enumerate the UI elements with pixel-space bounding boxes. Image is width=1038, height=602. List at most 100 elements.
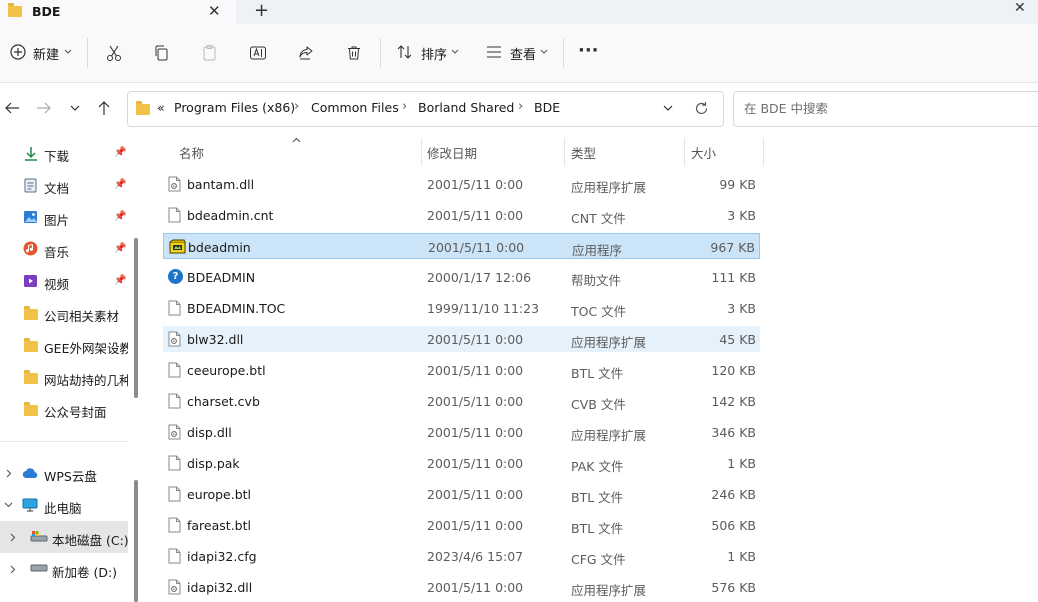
- sidebar-item-documents[interactable]: 文档 📌: [0, 169, 128, 201]
- search-input[interactable]: [742, 100, 1026, 117]
- file-modified-date: 2001/5/11 0:00: [427, 425, 524, 440]
- column-divider[interactable]: [684, 138, 685, 166]
- sidebar-item-pictures[interactable]: 图片 📌: [0, 201, 128, 233]
- breadcrumb-common-files[interactable]: Common Files: [311, 100, 399, 115]
- sidebar-item-label: GEE外网架设教: [44, 341, 128, 356]
- sidebar-item-drive-c[interactable]: 本地磁盘 (C:): [0, 521, 129, 553]
- sidebar-item-music[interactable]: 音乐 📌: [0, 233, 128, 265]
- file-row[interactable]: blw32.dll 2001/5/11 0:00 应用程序扩展 45 KB: [163, 326, 760, 352]
- file-icon: [168, 548, 181, 567]
- file-name: blw32.dll: [187, 332, 244, 347]
- sidebar-item-this-pc[interactable]: 此电脑: [0, 489, 128, 521]
- sidebar-scrollbar-lower[interactable]: [134, 480, 138, 602]
- new-tab-button[interactable]: +: [254, 0, 269, 21]
- file-row[interactable]: ? BDEADMIN 2000/1/17 12:06 帮助文件 111 KB: [163, 264, 760, 290]
- sort-icon: [397, 45, 412, 59]
- delete-icon[interactable]: [345, 44, 363, 62]
- file-row[interactable]: europe.btl 2001/5/11 0:00 BTL 文件 246 KB: [163, 481, 760, 507]
- sort-label: 排序: [421, 48, 448, 63]
- breadcrumb-borland-shared[interactable]: Borland Shared: [418, 100, 514, 115]
- sidebar-item-folder[interactable]: 公众号封面: [0, 393, 128, 425]
- file-row[interactable]: bdeadmin.cnt 2001/5/11 0:00 CNT 文件 3 KB: [163, 202, 760, 228]
- sidebar-item-wps-cloud[interactable]: WPS云盘: [0, 457, 128, 489]
- file-size: 1 KB: [727, 549, 756, 564]
- file-size: 967 KB: [710, 240, 755, 255]
- cut-icon[interactable]: [105, 44, 123, 62]
- file-row[interactable]: BDEADMIN.TOC 1999/11/10 11:23 TOC 文件 3 KB: [163, 295, 760, 321]
- file-type: BTL 文件: [571, 490, 624, 505]
- column-header-modified[interactable]: 修改日期: [427, 143, 477, 162]
- file-type: 应用程序扩展: [571, 583, 647, 598]
- column-divider[interactable]: [421, 138, 422, 166]
- file-row[interactable]: disp.dll 2001/5/11 0:00 应用程序扩展 346 KB: [163, 419, 760, 445]
- refresh-icon[interactable]: [694, 101, 709, 116]
- chevron-right-icon[interactable]: [6, 469, 12, 478]
- address-dropdown-chevron-icon[interactable]: [663, 105, 673, 112]
- view-button[interactable]: 查看: [484, 42, 554, 64]
- recent-locations-chevron-icon[interactable]: [70, 104, 80, 112]
- rename-icon[interactable]: [249, 44, 267, 62]
- breadcrumb-program-files[interactable]: Program Files (x86): [174, 100, 295, 115]
- copy-icon[interactable]: [153, 44, 171, 62]
- drive-icon: [30, 564, 48, 572]
- breadcrumb-separator[interactable]: ›: [518, 99, 523, 114]
- sidebar-item-drive-d[interactable]: 新加卷 (D:): [0, 553, 128, 585]
- back-arrow-icon[interactable]: [4, 101, 20, 115]
- computer-icon: [22, 498, 38, 512]
- file-row[interactable]: ceeurope.btl 2001/5/11 0:00 BTL 文件 120 KB: [163, 357, 760, 383]
- sidebar-item-folder[interactable]: GEE外网架设教: [0, 329, 128, 361]
- forward-arrow-icon[interactable]: [36, 101, 52, 115]
- tab-bde[interactable]: BDE ✕: [0, 0, 236, 24]
- chevron-down-icon[interactable]: [4, 502, 13, 508]
- share-icon[interactable]: [297, 44, 315, 62]
- column-header-size[interactable]: 大小: [691, 143, 716, 162]
- column-header-name[interactable]: 名称: [179, 143, 204, 162]
- file-type: CNT 文件: [571, 211, 626, 226]
- dll-file-icon: [168, 331, 181, 350]
- file-type: CFG 文件: [571, 552, 626, 567]
- file-modified-date: 2001/5/11 0:00: [427, 363, 524, 378]
- new-button[interactable]: 新建: [8, 42, 78, 64]
- breadcrumb-bde[interactable]: BDE: [534, 100, 560, 115]
- pin-icon: 📌: [114, 243, 127, 254]
- picture-icon: [24, 211, 37, 223]
- breadcrumb-separator[interactable]: ›: [402, 99, 407, 114]
- file-row[interactable]: charset.cvb 2001/5/11 0:00 CVB 文件 142 KB: [163, 388, 760, 414]
- sidebar-item-folder[interactable]: 公司相关素材: [0, 297, 128, 329]
- view-list-icon: [487, 46, 501, 58]
- sidebar-item-videos[interactable]: 视频 📌: [0, 265, 128, 297]
- chevron-right-icon[interactable]: [10, 565, 16, 574]
- file-modified-date: 2001/5/11 0:00: [427, 487, 524, 502]
- file-row[interactable]: idapi32.cfg 2023/4/6 15:07 CFG 文件 1 KB: [163, 543, 760, 569]
- file-row[interactable]: bantam.dll 2001/5/11 0:00 应用程序扩展 99 KB: [163, 171, 760, 197]
- file-modified-date: 2001/5/11 0:00: [427, 518, 524, 533]
- breadcrumb-separator[interactable]: ›: [294, 99, 299, 114]
- file-size: 3 KB: [727, 208, 756, 223]
- file-row[interactable]: fareast.btl 2001/5/11 0:00 BTL 文件 506 KB: [163, 512, 760, 538]
- column-header-type[interactable]: 类型: [571, 143, 596, 162]
- file-row[interactable]: disp.pak 2001/5/11 0:00 PAK 文件 1 KB: [163, 450, 760, 476]
- file-name: idapi32.dll: [187, 580, 253, 595]
- file-modified-date: 2001/5/11 0:00: [427, 580, 524, 595]
- window-close-button[interactable]: ✕: [1014, 0, 1026, 16]
- sidebar-item-folder[interactable]: 网站劫持的几种: [0, 361, 128, 393]
- column-divider[interactable]: [763, 138, 764, 166]
- sidebar-item-downloads[interactable]: 下载 📌: [0, 137, 128, 169]
- sidebar-scrollbar[interactable]: [134, 238, 138, 398]
- music-icon: [23, 241, 38, 256]
- tab-close-button[interactable]: ✕: [208, 2, 221, 20]
- file-row[interactable]: idapi32.dll 2001/5/11 0:00 应用程序扩展 576 KB: [163, 574, 760, 600]
- dll-file-icon: [168, 424, 181, 443]
- file-type: 应用程序扩展: [571, 180, 647, 195]
- paste-icon[interactable]: [201, 44, 219, 62]
- up-arrow-icon[interactable]: [97, 100, 111, 116]
- sort-button[interactable]: 排序: [395, 42, 465, 64]
- column-divider[interactable]: [564, 138, 565, 166]
- chevron-right-icon[interactable]: [10, 533, 16, 542]
- file-type: PAK 文件: [571, 459, 624, 474]
- toolbar-separator: [380, 38, 381, 68]
- file-icon: [168, 207, 181, 226]
- more-options-button[interactable]: ···: [578, 40, 599, 61]
- file-row[interactable]: bdeadmin 2001/5/11 0:00 应用程序 967 KB: [163, 233, 760, 259]
- breadcrumb-overflow[interactable]: «: [157, 100, 165, 115]
